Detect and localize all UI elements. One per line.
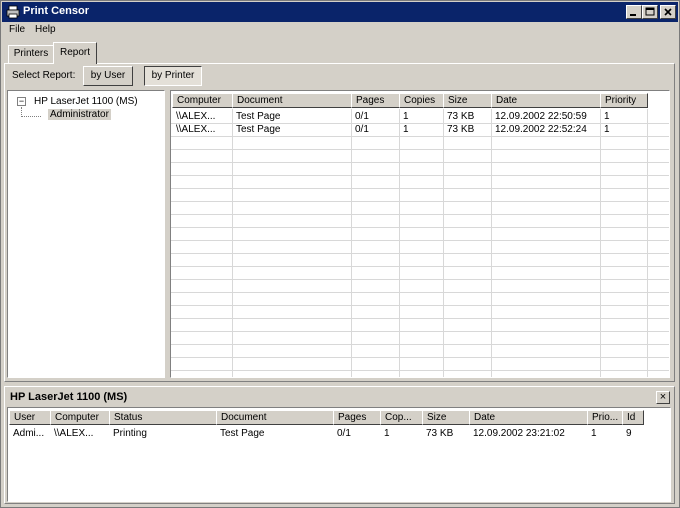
by-printer-button[interactable]: by Printer	[144, 66, 202, 86]
table-row[interactable]: Admi... \\ALEX... Printing Test Page 0/1 1 73 …	[8, 427, 670, 440]
grid-row-line	[171, 175, 669, 176]
printer-app-icon	[6, 5, 20, 19]
cell-date: 12.09.2002 22:52:24	[495, 124, 587, 135]
column-header-pages[interactable]: Pages	[333, 410, 381, 425]
column-header-id[interactable]: Id	[622, 410, 644, 425]
grid-row-line	[171, 279, 669, 280]
cell-computer: \\ALEX...	[176, 111, 216, 122]
table-row[interactable]: \\ALEX... Test Page 0/1 1 73 KB 12.09.2002 22…	[171, 110, 669, 123]
grid-row-line	[171, 331, 669, 332]
cell-document: Test Page	[220, 428, 265, 439]
cell-user: Admi...	[13, 428, 45, 439]
tab-printers[interactable]: Printers	[8, 45, 54, 63]
cell-id: 9	[626, 428, 632, 439]
collapse-icon[interactable]: −	[17, 97, 26, 106]
menu-help[interactable]: Help	[35, 24, 56, 35]
grid-row-line	[171, 357, 669, 358]
select-report-label: Select Report:	[12, 70, 76, 81]
grid-row-line	[171, 201, 669, 202]
tree-node-administrator[interactable]: Administrator	[48, 109, 111, 120]
tree-node-printer[interactable]: HP LaserJet 1100 (MS)	[34, 96, 138, 107]
cell-date: 12.09.2002 23:21:02	[473, 428, 565, 439]
grid-row-line	[171, 227, 669, 228]
queue-panel-title: HP LaserJet 1100 (MS)	[10, 391, 128, 403]
column-header-copies[interactable]: Copies	[399, 93, 444, 108]
by-user-button[interactable]: by User	[83, 66, 133, 86]
grid-row-line	[171, 149, 669, 150]
minimize-button[interactable]	[626, 5, 642, 19]
column-header-pages[interactable]: Pages	[351, 93, 400, 108]
job-list[interactable]: User Computer Status Document Pages Cop... Siz…	[7, 407, 671, 502]
cell-size: 73 KB	[447, 124, 475, 135]
column-header-computer[interactable]: Computer	[50, 410, 110, 425]
cell-computer: \\ALEX...	[176, 124, 216, 135]
column-header-priority[interactable]: Priority	[600, 93, 648, 108]
column-header-document[interactable]: Document	[232, 93, 352, 108]
column-header-date[interactable]: Date	[491, 93, 601, 108]
column-header-size[interactable]: Size	[422, 410, 470, 425]
maximize-button[interactable]	[642, 5, 658, 19]
grid-row-line	[171, 292, 669, 293]
grid-row-line	[171, 188, 669, 189]
grid-row-line	[171, 305, 669, 306]
window-title: Print Censor	[23, 5, 90, 17]
cell-pages: 0/1	[355, 124, 369, 135]
column-header-computer[interactable]: Computer	[172, 93, 233, 108]
menu-bar: File Help	[2, 22, 678, 39]
maximize-icon	[645, 7, 655, 16]
printer-tree[interactable]: − HP LaserJet 1100 (MS) Administrator	[7, 90, 165, 378]
grid-row-line	[171, 253, 669, 254]
cell-document: Test Page	[236, 111, 281, 122]
cell-priority: 1	[591, 428, 597, 439]
column-header-date[interactable]: Date	[469, 410, 588, 425]
close-button[interactable]	[660, 5, 676, 19]
minimize-icon	[630, 14, 636, 16]
column-header-document[interactable]: Document	[216, 410, 334, 425]
grid-row-line	[171, 214, 669, 215]
cell-size: 73 KB	[426, 428, 454, 439]
grid-row-line	[171, 344, 669, 345]
cell-size: 73 KB	[447, 111, 475, 122]
grid-row-line	[171, 136, 669, 137]
column-header-size[interactable]: Size	[443, 93, 492, 108]
grid-row-line	[171, 240, 669, 241]
grid-row-line	[171, 266, 669, 267]
grid-row-line	[171, 162, 669, 163]
title-bar[interactable]: Print Censor	[2, 2, 678, 22]
tab-report[interactable]: Report	[53, 42, 97, 64]
tree-connector	[21, 107, 41, 117]
cell-copies: 1	[403, 111, 409, 122]
cell-date: 12.09.2002 22:50:59	[495, 111, 587, 122]
cell-copies: 1	[403, 124, 409, 135]
cell-status: Printing	[113, 428, 147, 439]
column-header-status[interactable]: Status	[109, 410, 217, 425]
report-table[interactable]: Computer Document Pages Copies Size Date Prior…	[170, 90, 670, 378]
close-icon	[664, 8, 672, 16]
cell-document: Test Page	[236, 124, 281, 135]
grid-row-line	[171, 318, 669, 319]
column-header-user[interactable]: User	[9, 410, 51, 425]
cell-copies: 1	[384, 428, 390, 439]
cell-priority: 1	[604, 111, 610, 122]
cell-computer: \\ALEX...	[54, 428, 94, 439]
table-row[interactable]: \\ALEX... Test Page 0/1 1 73 KB 12.09.2002 22…	[171, 123, 669, 136]
close-panel-icon[interactable]: ×	[656, 391, 670, 404]
grid-row-line	[171, 370, 669, 371]
menu-file[interactable]: File	[9, 24, 25, 35]
column-header-priority[interactable]: Prio...	[587, 410, 623, 425]
column-header-copies[interactable]: Cop...	[380, 410, 423, 425]
cell-pages: 0/1	[355, 111, 369, 122]
cell-priority: 1	[604, 124, 610, 135]
cell-pages: 0/1	[337, 428, 351, 439]
